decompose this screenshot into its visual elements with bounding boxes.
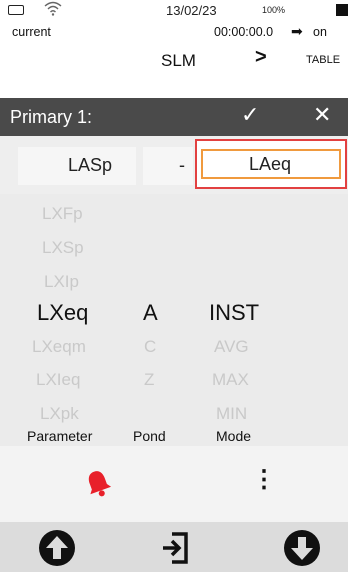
field-slot-1-value: LASp — [68, 155, 113, 175]
wifi-icon — [44, 0, 62, 20]
parameter-column-label: Parameter — [27, 428, 93, 444]
bottom-toolbar — [0, 522, 348, 572]
nav-row: SLM > TABLE — [0, 46, 348, 76]
parameter-picker: LXFp LXSp LXIp LXeq LXeqm LXIeq LXpk Par… — [0, 194, 348, 446]
arrow-up-circle-icon — [39, 530, 75, 566]
parameter-option[interactable]: LXSp — [42, 238, 84, 258]
parameter-option[interactable]: LXIeq — [36, 370, 80, 390]
parameter-option[interactable]: LXFp — [42, 204, 83, 224]
battery-full-icon — [336, 4, 348, 16]
field-selector: LASp - LAeq — [0, 136, 348, 194]
mode-option[interactable]: MIN — [216, 404, 247, 424]
arrow-down-circle-icon — [284, 530, 320, 566]
status-bar: 13/02/23 100% — [0, 0, 348, 20]
sign-in-icon — [163, 532, 188, 564]
battery-icon — [8, 5, 24, 15]
alarm-bell-icon[interactable] — [82, 467, 114, 499]
separator-text: - — [179, 155, 185, 175]
dialog-title: Primary 1: — [10, 107, 93, 127]
confirm-button[interactable]: ✓ — [241, 102, 259, 128]
pond-option[interactable]: C — [144, 337, 156, 357]
mode-label: current — [12, 25, 51, 39]
date-text: 13/02/23 — [166, 3, 217, 18]
mode-option[interactable]: AVG — [214, 337, 249, 357]
pond-option[interactable]: Z — [144, 370, 154, 390]
parameter-option[interactable]: LXIp — [44, 272, 79, 292]
exit-button[interactable] — [156, 528, 196, 568]
parameter-option-selected[interactable]: LXeq — [37, 300, 88, 326]
page-title: SLM — [161, 51, 196, 70]
parameter-option[interactable]: LXpk — [40, 404, 79, 424]
info-row: current 00:00:00.0 ➡ on — [0, 23, 348, 41]
battery-percent: 100% — [262, 5, 286, 15]
dialog-header: Primary 1: ✓ ✕ — [0, 98, 348, 136]
parameter-option[interactable]: LXeqm — [32, 337, 86, 357]
separator-slot[interactable]: - — [143, 147, 193, 185]
next-page-link[interactable]: TABLE — [306, 54, 340, 66]
mode-option-selected[interactable]: INST — [209, 300, 259, 326]
arrow-up-button[interactable] — [37, 528, 77, 568]
close-button[interactable]: ✕ — [313, 102, 331, 128]
arrow-right-icon: ➡ — [291, 23, 303, 39]
arrow-down-button[interactable] — [282, 528, 322, 568]
next-chevron-icon[interactable]: > — [255, 46, 267, 69]
field-slot-2-selected[interactable]: LAeq — [195, 139, 347, 189]
more-options-icon[interactable]: ⋮ — [252, 468, 276, 492]
field-slot-2-focus: LAeq — [201, 149, 341, 179]
field-slot-2-value: LAeq — [249, 154, 292, 174]
pond-option-selected[interactable]: A — [143, 300, 158, 326]
action-row: ⋮ — [0, 446, 348, 522]
mode-column-label: Mode — [216, 428, 252, 444]
pond-column-label: Pond — [133, 428, 166, 444]
state-text: on — [313, 25, 327, 39]
timer-text: 00:00:00.0 — [214, 25, 274, 39]
mode-option[interactable]: MAX — [212, 370, 249, 390]
field-slot-1[interactable]: LASp — [18, 147, 136, 185]
